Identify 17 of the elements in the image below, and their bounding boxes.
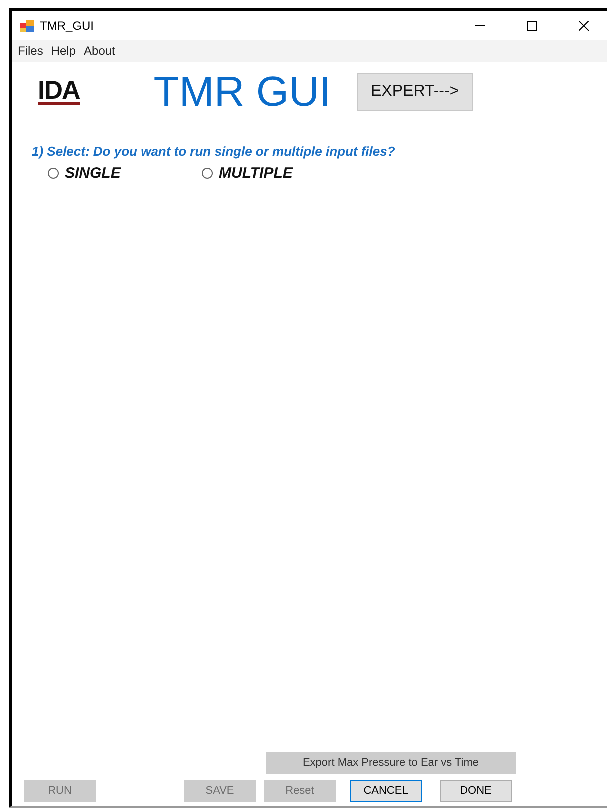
maximize-icon[interactable] [527, 20, 537, 30]
question-label: 1) Select: Do you want to run single or multiple input files? [32, 144, 396, 159]
expert-button[interactable]: EXPERT---> [357, 73, 474, 111]
menu-item[interactable]: About [80, 44, 120, 58]
app-title: TMR GUI [154, 68, 332, 116]
radio-button[interactable] [202, 168, 213, 179]
option-label[interactable]: SINGLE [65, 165, 121, 182]
radio-button[interactable] [48, 168, 59, 179]
action-button[interactable]: CANCEL [350, 780, 422, 802]
window-title: TMR_GUI [40, 18, 95, 32]
option-label[interactable]: MULTIPLE [219, 165, 293, 182]
app-icon [20, 20, 34, 32]
close-icon[interactable] [579, 20, 589, 30]
menu-item[interactable]: Help [47, 44, 80, 58]
action-button[interactable]: DONE [440, 780, 512, 802]
logo: IDA [38, 79, 80, 105]
menu-item[interactable]: Files [14, 44, 48, 58]
